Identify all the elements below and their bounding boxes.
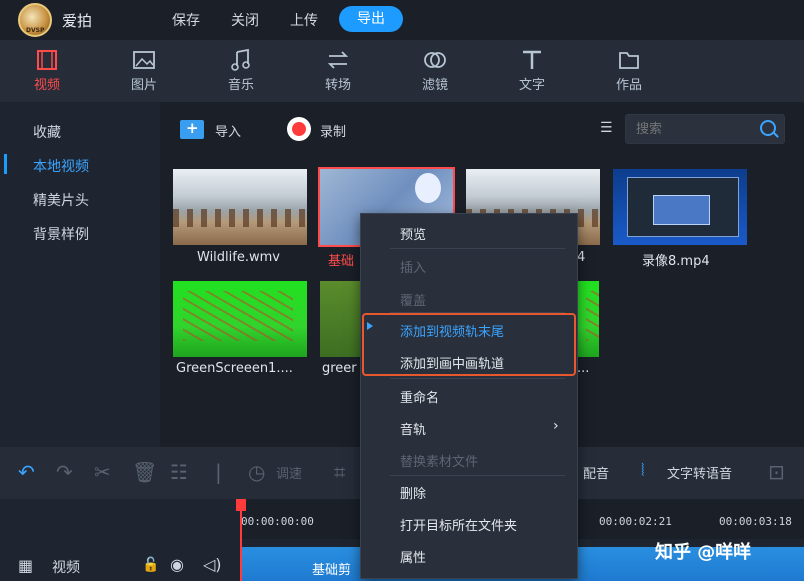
filter-circles-icon	[424, 52, 446, 68]
media-caption: 4	[577, 250, 586, 265]
tab-transition-label: 转场	[324, 78, 351, 93]
timecode: 00:00:00:00	[241, 515, 314, 528]
folder-icon	[619, 52, 639, 69]
tab-filter-label: 滤镜	[421, 78, 448, 93]
record-icon[interactable]	[287, 117, 311, 141]
clip-name: 基础剪	[312, 563, 352, 578]
import-icon[interactable]	[180, 119, 204, 139]
chevron-right-icon: ›	[553, 418, 559, 434]
tab-works[interactable]: 作品	[599, 48, 659, 93]
image-icon	[133, 51, 155, 69]
sort-icon[interactable]: ☰	[600, 120, 616, 136]
close-menu[interactable]: 关闭	[231, 10, 259, 30]
menu-item-properties[interactable]: 属性	[400, 547, 426, 566]
split-icon[interactable]: ☷	[170, 460, 188, 484]
scissors-icon[interactable]: ✂	[94, 460, 111, 484]
menu-item-add-to-pip-track[interactable]: 添加到画中画轨道	[400, 353, 504, 372]
tab-music-label: 音乐	[227, 78, 254, 93]
menu-item-preview[interactable]: 预览	[400, 224, 426, 243]
watermark: 知乎 @咩咩	[655, 542, 752, 563]
text-t-icon	[523, 50, 541, 69]
tab-video[interactable]: 视频	[17, 48, 77, 93]
playhead[interactable]	[236, 499, 246, 581]
app-window: 爱拍 保存 关闭 上传 导出 视频 图片 音乐 转场 滤镜 文字	[0, 0, 804, 581]
media-thumb[interactable]	[576, 281, 599, 357]
tts-button[interactable]: 文字转语音	[667, 463, 732, 482]
menu-item-insert: 插入	[400, 261, 427, 276]
menu-separator	[390, 248, 565, 249]
menu-separator	[390, 475, 565, 476]
menu-item-overwrite: 覆盖	[400, 294, 427, 309]
undo-icon[interactable]: ↶	[18, 460, 35, 484]
media-caption: ...	[577, 361, 590, 376]
tab-filter[interactable]: 滤镜	[405, 48, 465, 93]
menu-item-delete[interactable]: 删除	[400, 483, 426, 502]
music-note-icon	[231, 48, 250, 71]
speed-button[interactable]: 调速	[276, 463, 302, 482]
divider: |	[215, 460, 222, 484]
media-caption: 基础	[328, 254, 355, 269]
tab-text[interactable]: 文字	[502, 48, 562, 93]
lock-icon[interactable]: 🔓	[142, 557, 159, 573]
film-icon: ▦	[18, 556, 34, 575]
speaker-icon[interactable]: ◁)	[203, 555, 222, 574]
media-thumb-recording[interactable]	[613, 169, 747, 245]
visibility-icon[interactable]: ◉	[170, 555, 184, 574]
pointer-arrow-icon	[367, 322, 373, 330]
tab-image[interactable]: 图片	[114, 48, 174, 93]
app-logo-icon	[18, 3, 52, 37]
redo-icon[interactable]: ↷	[56, 460, 73, 484]
trash-icon[interactable]: 🗑	[132, 460, 157, 484]
crop-icon[interactable]: ⌗	[334, 460, 345, 484]
tab-image-label: 图片	[130, 78, 157, 93]
upload-menu[interactable]: 上传	[290, 10, 318, 30]
dub-button[interactable]: 配音	[583, 463, 609, 482]
sidebar-item-backgrounds[interactable]: 背景样例	[33, 224, 89, 244]
import-button[interactable]: 导入	[215, 121, 241, 140]
media-toolbar: 视频 图片 音乐 转场 滤镜 文字 作品	[0, 40, 804, 102]
tts-icon[interactable]: ⦚	[641, 461, 645, 481]
media-thumb-greenscreen[interactable]	[173, 281, 307, 357]
timecode: 00:00:02:21	[599, 515, 672, 528]
menu-item-replace-file: 替换素材文件	[400, 455, 479, 470]
timecode: 00:00:03:18	[719, 515, 792, 528]
menu-item-add-to-video-track[interactable]: 添加到视频轨末尾	[400, 321, 504, 340]
tab-music[interactable]: 音乐	[211, 48, 271, 93]
menu-item-open-folder[interactable]: 打开目标所在文件夹	[400, 515, 517, 534]
speed-icon[interactable]: ◷	[248, 460, 265, 484]
title-bar: 爱拍 保存 关闭 上传 导出	[0, 0, 804, 40]
media-thumb[interactable]	[320, 281, 365, 357]
tab-video-label: 视频	[33, 78, 60, 93]
sidebar-active-indicator	[4, 154, 7, 174]
export-button[interactable]: 导出	[339, 6, 403, 32]
transition-arrows-icon	[327, 51, 349, 69]
media-caption: greer	[322, 361, 357, 376]
sidebar-item-local-video[interactable]: 本地视频	[33, 156, 89, 176]
media-caption: GreenScreeen1....	[176, 361, 293, 376]
save-menu[interactable]: 保存	[172, 10, 200, 30]
media-caption: 录像8.mp4	[642, 254, 710, 269]
track-label: 视频	[52, 560, 80, 576]
sidebar-item-favorites[interactable]: 收藏	[33, 122, 61, 142]
menu-separator	[390, 378, 565, 379]
menu-item-rename[interactable]: 重命名	[400, 387, 439, 406]
sidebar	[0, 102, 160, 447]
app-name: 爱拍	[62, 12, 93, 30]
menu-item-audio-track[interactable]: 音轨	[400, 419, 426, 438]
tab-transition[interactable]: 转场	[308, 48, 368, 93]
tab-text-label: 文字	[518, 78, 545, 93]
film-icon	[37, 50, 57, 70]
media-thumb-wildlife[interactable]	[173, 169, 307, 245]
record-button[interactable]: 录制	[320, 121, 346, 140]
export-frame-icon[interactable]: ⊡	[768, 460, 785, 484]
tab-works-label: 作品	[615, 78, 642, 93]
search-icon[interactable]	[760, 120, 776, 136]
sidebar-item-intros[interactable]: 精美片头	[33, 190, 89, 210]
media-caption: Wildlife.wmv	[197, 250, 280, 265]
